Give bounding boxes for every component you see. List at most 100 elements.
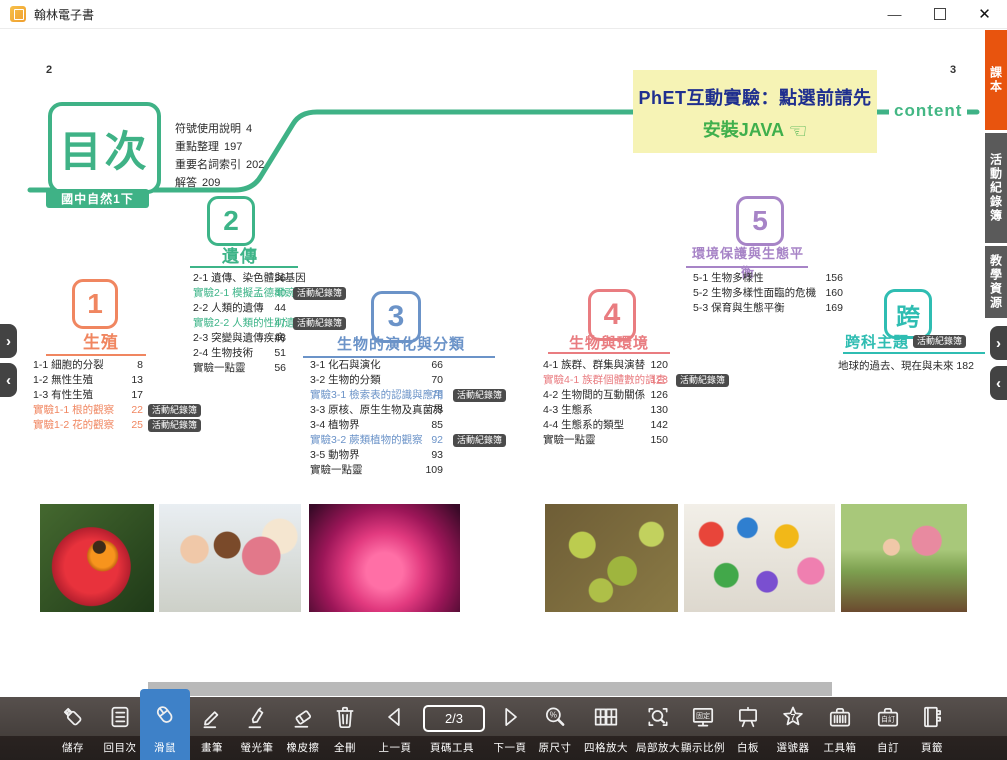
- chapter-5-underline: [686, 266, 808, 268]
- horizontal-scrollbar-handle[interactable]: [148, 682, 832, 696]
- toc-item[interactable]: 實驗2-1 模擬孟德爾豌豆實驗40活動紀錄簿: [193, 286, 289, 301]
- minimize-button[interactable]: —: [872, 0, 917, 28]
- toc-item[interactable]: 符號使用說明4: [175, 120, 264, 138]
- toc-item-label: 3-2 生物的分類: [310, 374, 381, 386]
- toc-item-label: 實驗3-2 蕨類植物的觀察: [310, 434, 423, 446]
- tab-teaching-resources[interactable]: 教學資源: [985, 246, 1007, 318]
- number-picker-button[interactable]: 7 選號器: [768, 697, 818, 760]
- left-edge-prev-arrow[interactable]: ‹: [0, 363, 17, 397]
- toc-item-page: 202: [246, 159, 264, 171]
- save-button[interactable]: 儲存: [48, 697, 98, 760]
- toc-item[interactable]: 3-2 生物的分類 70: [310, 373, 446, 388]
- activity-book-badge[interactable]: 活動紀錄簿: [148, 419, 201, 432]
- toc-item[interactable]: 4-3 生態系130: [543, 403, 671, 418]
- toc-item-label: 符號使用說明: [175, 123, 241, 135]
- toc-item[interactable]: 3-1 化石與演化66: [310, 358, 446, 373]
- next-page-button[interactable]: 下一頁: [485, 697, 535, 760]
- whiteboard-button[interactable]: 白板: [723, 697, 773, 760]
- button-label: 原尺寸: [530, 740, 580, 755]
- toc-item[interactable]: 5-1 生物多樣性156: [693, 271, 845, 286]
- page-number-tool-button[interactable]: 2/3 頁碼工具: [420, 697, 484, 760]
- toc-item-page: 92: [407, 433, 443, 448]
- back-to-toc-button[interactable]: 回目次: [95, 697, 145, 760]
- original-size-button[interactable]: % 原尺寸: [530, 697, 580, 760]
- close-button[interactable]: ✕: [962, 0, 1007, 28]
- toc-item-page: 70: [407, 373, 443, 388]
- toc-item[interactable]: 1-1 細胞的分裂8: [33, 358, 148, 373]
- left-edge-next-arrow[interactable]: ›: [0, 324, 17, 358]
- pen-tool-button[interactable]: 畫筆: [187, 697, 237, 760]
- photo-colorful-plastic-pieces: [684, 504, 835, 612]
- toc-item[interactable]: 地球的過去、現在與未來 182: [838, 358, 974, 373]
- maximize-button[interactable]: [917, 0, 962, 28]
- display-ratio-button[interactable]: 固定 顯示比例: [678, 697, 728, 760]
- toc-item[interactable]: 1-3 有性生殖17: [33, 388, 148, 403]
- toc-item[interactable]: 實驗一點靈150: [543, 433, 671, 448]
- toc-item[interactable]: 1-2 無性生殖13: [33, 373, 148, 388]
- toc-item[interactable]: 3-3 原核、原生生物及真菌界78: [310, 403, 446, 418]
- activity-book-badge[interactable]: 活動紀錄簿: [676, 374, 729, 387]
- toc-item[interactable]: 實驗4-1 族群個體數的調查123活動紀錄簿: [543, 373, 671, 388]
- toc-item[interactable]: 實驗一點靈56: [193, 361, 289, 376]
- toc-item-label: 重點整理: [175, 141, 219, 153]
- tab-textbook[interactable]: 課本: [985, 30, 1007, 130]
- activity-book-badge[interactable]: 活動紀錄簿: [293, 287, 346, 300]
- toc-item[interactable]: 5-2 生物多樣性面臨的危機160: [693, 286, 845, 301]
- toc-item[interactable]: 重要名詞索引 202: [175, 156, 264, 174]
- toc-item[interactable]: 解答209: [175, 174, 264, 192]
- quad-zoom-button[interactable]: 四格放大: [581, 697, 631, 760]
- toc-item[interactable]: 2-2 人類的遺傳44: [193, 301, 289, 316]
- toc-item-page: 85: [407, 418, 443, 433]
- chapter-1-underline: [46, 354, 146, 356]
- right-edge-next-arrow[interactable]: ›: [990, 326, 1007, 360]
- tab-activity-book[interactable]: 活動紀錄簿: [985, 133, 1007, 243]
- toc-item-page: 123: [632, 373, 668, 388]
- toc-item[interactable]: 3-5 動物界93: [310, 448, 446, 463]
- right-page-number: 3: [950, 64, 956, 76]
- previous-page-button[interactable]: 上一頁: [370, 697, 420, 760]
- toc-item-page: 56: [250, 361, 286, 376]
- activity-book-badge[interactable]: 活動紀錄簿: [453, 389, 506, 402]
- toc-item-label: 重要名詞索引: [175, 159, 241, 171]
- toc-item[interactable]: 實驗3-2 蕨類植物的觀察92活動紀錄簿: [310, 433, 446, 448]
- toc-item[interactable]: 2-1 遺傳、染色體與基因36: [193, 271, 289, 286]
- right-edge-prev-arrow[interactable]: ‹: [990, 366, 1007, 400]
- custom-tools-button[interactable]: 自訂 自訂: [863, 697, 913, 760]
- toc-item[interactable]: 2-3 突變與遺傳疾病48: [193, 331, 289, 346]
- activity-book-badge[interactable]: 活動紀錄簿: [148, 404, 201, 417]
- title-bar: 翰林電子書 — ✕: [0, 0, 1007, 29]
- activity-book-badge[interactable]: 活動紀錄簿: [453, 434, 506, 447]
- delete-all-button[interactable]: 全刪: [320, 697, 370, 760]
- highlighter-tool-button[interactable]: 螢光筆: [232, 697, 282, 760]
- toc-item[interactable]: 5-3 保育與生態平衡169: [693, 301, 845, 316]
- toc-item[interactable]: 4-2 生物間的互動關係126: [543, 388, 671, 403]
- button-label: 頁籤: [907, 740, 957, 755]
- toolbox-button[interactable]: 工具箱: [815, 697, 865, 760]
- toc-item[interactable]: 重點整理197: [175, 138, 264, 156]
- bottom-toolbar: 儲存 回目次 滑鼠 畫筆 螢光筆 橡皮擦 全刪 上一頁: [0, 697, 1007, 760]
- toc-item[interactable]: 4-1 族群、群集與演替120: [543, 358, 671, 373]
- left-triangle-icon: [382, 704, 408, 735]
- photo-children-gardening: [841, 504, 967, 612]
- toc-item[interactable]: 2-4 生物技術51: [193, 346, 289, 361]
- toc-item-page: 169: [807, 301, 843, 316]
- highlighter-icon: [244, 704, 270, 735]
- svg-text:%: %: [550, 711, 557, 720]
- cross-theme-underline: [843, 352, 985, 354]
- toc-item[interactable]: 實驗一點靈109: [310, 463, 446, 478]
- toc-item[interactable]: 實驗2-2 人類的性別遺傳47活動紀錄簿: [193, 316, 289, 331]
- activity-book-badge[interactable]: 活動紀錄簿: [293, 317, 346, 330]
- toc-item[interactable]: 實驗1-2 花的觀察25活動紀錄簿: [33, 418, 148, 433]
- partial-zoom-button[interactable]: 局部放大: [633, 697, 683, 760]
- toc-item[interactable]: 實驗3-1 檢索表的認識與應用76活動紀錄簿: [310, 388, 446, 403]
- page-tabs-button[interactable]: 頁籤: [907, 697, 957, 760]
- activity-book-badge[interactable]: 活動紀錄簿: [913, 335, 966, 348]
- toc-item-page: 78: [407, 403, 443, 418]
- chapter-2-underline: [190, 266, 298, 268]
- toc-item-label: 實驗1-1 根的觀察: [33, 404, 114, 416]
- toc-item[interactable]: 4-4 生態系的類型142: [543, 418, 671, 433]
- toc-item[interactable]: 實驗1-1 根的觀察22活動紀錄簿: [33, 403, 148, 418]
- toc-item[interactable]: 3-4 植物界85: [310, 418, 446, 433]
- toc-item-page: 44: [250, 301, 286, 316]
- mouse-tool-button[interactable]: 滑鼠: [140, 689, 190, 760]
